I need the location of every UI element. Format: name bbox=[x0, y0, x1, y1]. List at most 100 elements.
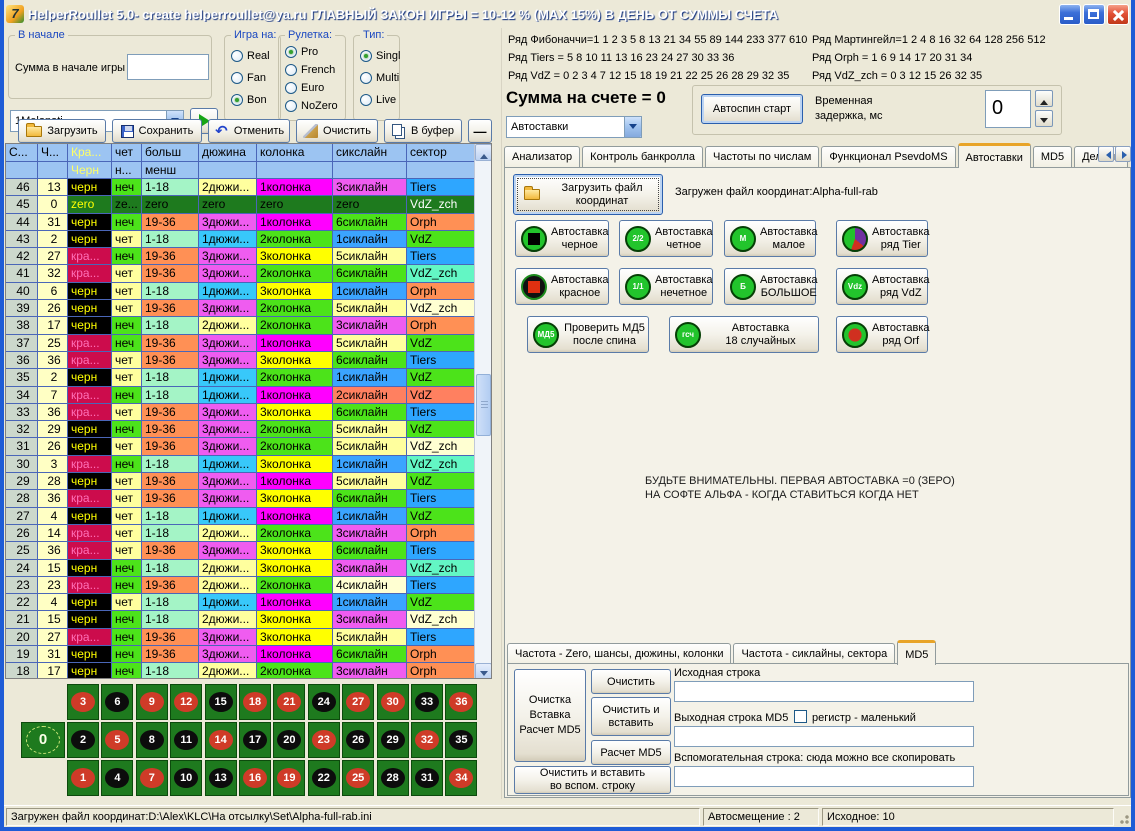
roulette-number-cell[interactable]: 33 bbox=[411, 684, 443, 720]
table-row[interactable]: 3725кра...неч19-363дюжи...1колонка5сикла… bbox=[6, 335, 491, 352]
md5-clear-button[interactable]: Очистить bbox=[591, 669, 671, 694]
table-row[interactable]: 274чернчет1-181дюжи...1колонка1сиклайнVd… bbox=[6, 508, 491, 525]
stake-button-ряд-orf[interactable]: Автоставкаряд Orf bbox=[836, 316, 928, 353]
roulette-number-cell[interactable]: 29 bbox=[377, 722, 409, 758]
md5-output-input[interactable] bbox=[674, 726, 974, 747]
table-row[interactable]: 3926чернчет19-363дюжи...2колонка5сиклайн… bbox=[6, 300, 491, 317]
tab-4[interactable]: Функционал PsevdoMS bbox=[821, 146, 955, 168]
stake-button-ряд-vdz[interactable]: VdzАвтоставкаряд VdZ bbox=[836, 268, 928, 305]
roulette-number-cell[interactable]: 8 bbox=[136, 722, 168, 758]
roulette-number-cell[interactable]: 13 bbox=[205, 760, 237, 796]
radio-option-fan[interactable]: Fan bbox=[231, 72, 266, 84]
roulette-number-cell[interactable]: 2 bbox=[67, 722, 99, 758]
table-row[interactable]: 352чернчет1-181дюжи...2колонка1сиклайнVd… bbox=[6, 369, 491, 386]
md5-aux-input[interactable] bbox=[674, 766, 974, 787]
roulette-number-cell[interactable]: 14 bbox=[205, 722, 237, 758]
table-row[interactable]: 2027кра...неч19-363дюжи...3колонка5сикла… bbox=[6, 629, 491, 646]
table-row[interactable]: 3126чернчет19-363дюжи...2колонка5сиклайн… bbox=[6, 438, 491, 455]
resize-grip[interactable] bbox=[1118, 813, 1130, 825]
md5-calc-button[interactable]: Расчет MD5 bbox=[591, 740, 671, 765]
md5-clear-and-paste-button[interactable]: Очистить и вставить bbox=[591, 697, 671, 736]
table-scrollbar[interactable] bbox=[474, 144, 491, 679]
roulette-number-cell[interactable]: 26 bbox=[342, 722, 374, 758]
table-row[interactable]: 4132кра...чет19-363дюжи...2колонка6сикла… bbox=[6, 265, 491, 282]
roulette-number-cell[interactable]: 12 bbox=[170, 684, 202, 720]
table-row[interactable]: 3336кра...чет19-363дюжи...3колонка6сикла… bbox=[6, 404, 491, 421]
roulette-number-cell[interactable]: 34 bbox=[445, 760, 477, 796]
table-row[interactable]: 4431черннеч19-363дюжи...1колонка6сиклайн… bbox=[6, 214, 491, 231]
roulette-number-cell[interactable]: 11 bbox=[170, 722, 202, 758]
roulette-number-cell[interactable]: 6 bbox=[101, 684, 133, 720]
roulette-number-cell[interactable]: 16 bbox=[239, 760, 271, 796]
start-sum-input[interactable] bbox=[127, 54, 209, 80]
table-row[interactable]: 347кра...неч1-181дюжи...1колонка2сиклайн… bbox=[6, 387, 491, 404]
очистить-button[interactable]: Очистить bbox=[296, 119, 378, 143]
scroll-up-icon[interactable] bbox=[475, 144, 492, 161]
radio-option-nozero[interactable]: NoZero bbox=[285, 100, 338, 112]
table-row[interactable]: 3229черннеч19-363дюжи...2колонка5сиклайн… bbox=[6, 421, 491, 438]
table-row[interactable]: 450zeroze...zerozerozerozeroVdZ_zch bbox=[6, 196, 491, 213]
roulette-number-cell[interactable]: 25 bbox=[342, 760, 374, 796]
md5-clear-paste-aux-button[interactable]: Очистить и вставить во вспом. строку bbox=[514, 766, 671, 794]
table-row[interactable]: 432чернчет1-181дюжи...2колонка1сиклайнVd… bbox=[6, 231, 491, 248]
table-row[interactable]: 2323кра...неч19-362дюжи...2колонка4сикла… bbox=[6, 577, 491, 594]
table-row[interactable]: 2928чернчет19-363дюжи...1колонка5сиклайн… bbox=[6, 473, 491, 490]
bottom-tab-3[interactable]: MD5 bbox=[897, 640, 936, 665]
roulette-number-cell[interactable]: 3 bbox=[67, 684, 99, 720]
radio-option-pro[interactable]: Pro bbox=[285, 46, 318, 58]
tab-1[interactable]: Анализатор bbox=[504, 146, 580, 168]
stake-button-красное[interactable]: Автоставкакрасное bbox=[515, 268, 609, 305]
tab-scroll-left-icon[interactable] bbox=[1098, 146, 1114, 162]
table-row[interactable]: 2415черннеч1-182дюжи...3колонка3сиклайнV… bbox=[6, 560, 491, 577]
mode-combo[interactable]: Автоставки bbox=[506, 116, 642, 138]
roulette-number-cell[interactable]: 35 bbox=[445, 722, 477, 758]
stake-button-черное[interactable]: Автоставкачерное bbox=[515, 220, 609, 257]
minimize-button[interactable] bbox=[1059, 4, 1081, 25]
roulette-number-cell[interactable]: 31 bbox=[411, 760, 443, 796]
load-coordinates-button[interactable]: Загрузить файл координат bbox=[513, 174, 663, 215]
close-button[interactable] bbox=[1107, 4, 1129, 25]
radio-option-bon[interactable]: Bon bbox=[231, 94, 267, 106]
table-row[interactable]: 3817черннеч1-182дюжи...2колонка3сиклайнO… bbox=[6, 317, 491, 334]
stake-button-нечетное[interactable]: 1/1Автоставканечетное bbox=[619, 268, 713, 305]
radio-option-multi[interactable]: Multi bbox=[360, 72, 399, 84]
table-row[interactable]: 1931черннеч19-363дюжи...1колонка6сиклайн… bbox=[6, 646, 491, 663]
roulette-number-cell[interactable]: 7 bbox=[136, 760, 168, 796]
bottom-tab-1[interactable]: Частота - Zero, шансы, дюжины, колонки bbox=[507, 643, 731, 665]
stake-button-после-спина[interactable]: МД5Проверить МД5после спина bbox=[527, 316, 649, 353]
roulette-number-cell[interactable]: 19 bbox=[273, 760, 305, 796]
table-row[interactable]: 224чернчет1-181дюжи...1колонка1сиклайнVd… bbox=[6, 594, 491, 611]
table-row[interactable]: 3636кра...чет19-363дюжи...3колонка6сикла… bbox=[6, 352, 491, 369]
roulette-number-cell[interactable]: 23 bbox=[308, 722, 340, 758]
spinner-down-icon[interactable] bbox=[1035, 110, 1053, 127]
загрузить-button[interactable]: Загрузить bbox=[18, 119, 106, 143]
roulette-number-cell[interactable]: 17 bbox=[239, 722, 271, 758]
в буфер-button[interactable]: В буфер bbox=[384, 119, 462, 143]
tab-5[interactable]: Автоставки bbox=[958, 143, 1031, 168]
tab-3[interactable]: Частоты по числам bbox=[705, 146, 819, 168]
сохранить-button[interactable]: Сохранить bbox=[112, 119, 202, 143]
md5-clear-paste-calc-button[interactable]: Очистка Вставка Расчет MD5 bbox=[514, 669, 586, 762]
roulette-number-cell[interactable]: 9 bbox=[136, 684, 168, 720]
roulette-number-cell[interactable]: 10 bbox=[170, 760, 202, 796]
stake-button-большое[interactable]: БАвтоставкаБОЛЬШОЕ bbox=[724, 268, 816, 305]
roulette-number-cell[interactable]: 22 bbox=[308, 760, 340, 796]
roulette-number-cell[interactable]: 36 bbox=[445, 684, 477, 720]
radio-option-real[interactable]: Real bbox=[231, 50, 270, 62]
register-checkbox[interactable] bbox=[794, 710, 807, 723]
table-row[interactable]: 303кра...неч1-181дюжи...3колонка1сиклайн… bbox=[6, 456, 491, 473]
table-row[interactable]: 4227кра...неч19-363дюжи...3колонка5сикла… bbox=[6, 248, 491, 265]
roulette-number-cell[interactable]: 27 bbox=[342, 684, 374, 720]
roulette-number-cell[interactable]: 21 bbox=[273, 684, 305, 720]
roulette-number-cell[interactable]: 30 bbox=[377, 684, 409, 720]
table-row[interactable]: 1817черннеч1-182дюжи...2колонка3сиклайнO… bbox=[6, 663, 491, 679]
stake-button-четное[interactable]: 2/2Автоставкачетное bbox=[619, 220, 713, 257]
spinner-up-icon[interactable] bbox=[1035, 90, 1053, 107]
bottom-tab-2[interactable]: Частота - сиклайны, сектора bbox=[733, 643, 895, 665]
table-row[interactable]: 2614кра...чет1-182дюжи...2колонка3сиклай… bbox=[6, 525, 491, 542]
roulette-number-cell[interactable]: 5 bbox=[101, 722, 133, 758]
table-row[interactable]: 2115черннеч1-182дюжи...3колонка3сиклайнV… bbox=[6, 611, 491, 628]
tab-6[interactable]: MD5 bbox=[1033, 146, 1072, 168]
roulette-number-cell[interactable]: 32 bbox=[411, 722, 443, 758]
maximize-button[interactable] bbox=[1083, 4, 1105, 25]
